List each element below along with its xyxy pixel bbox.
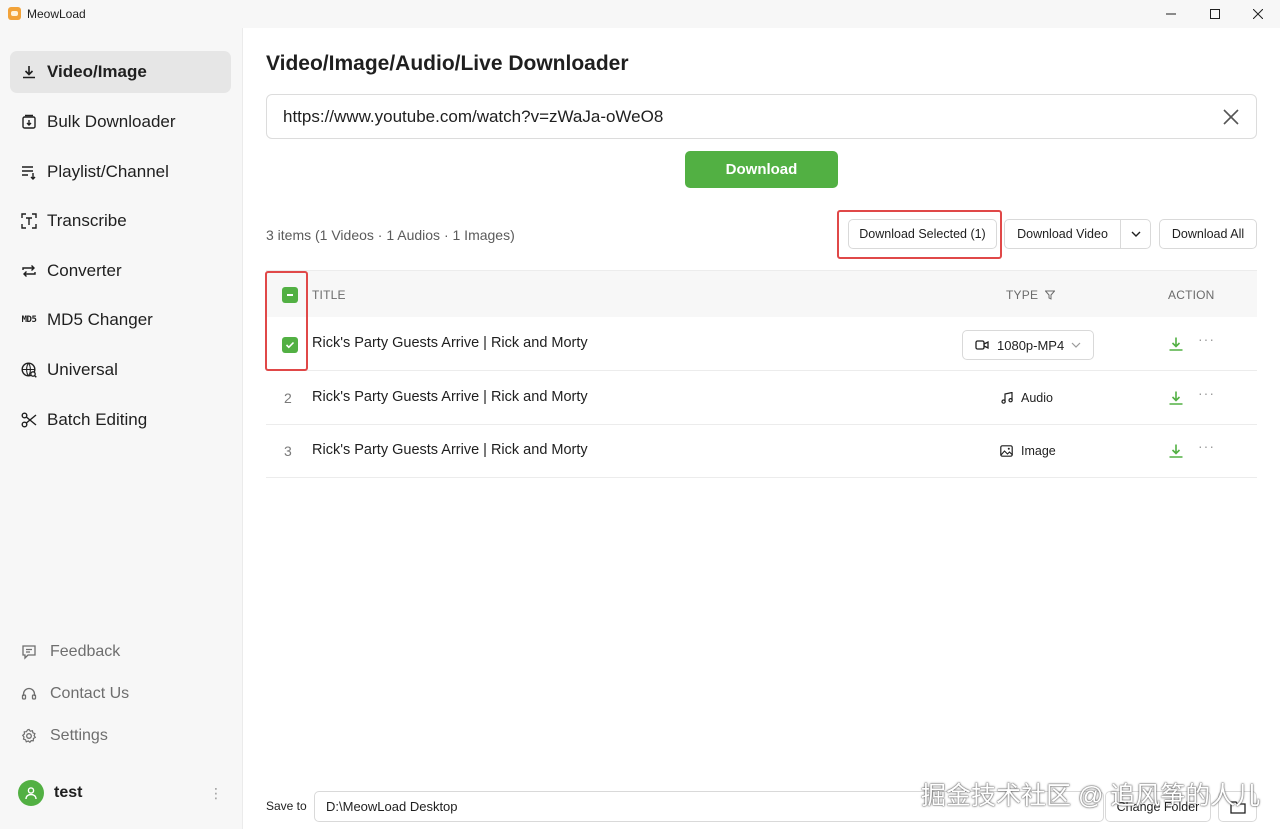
feedback-label: Feedback [50, 643, 121, 660]
user-profile[interactable]: test ⋮ [18, 780, 223, 806]
row-type: Image [1000, 444, 1056, 458]
app-title: MeowLoad [27, 7, 86, 21]
row-download-icon[interactable] [1168, 390, 1184, 406]
video-camera-icon [975, 340, 989, 350]
row-number: 3 [284, 443, 292, 459]
row-download-icon[interactable] [1168, 443, 1184, 459]
feedback-icon [20, 643, 38, 661]
page-title: Video/Image/Audio/Live Downloader [266, 52, 629, 75]
column-action: ACTION [1168, 288, 1215, 302]
sidebar-item-md5-changer[interactable]: MD5 MD5 Changer [10, 299, 231, 341]
url-field[interactable] [266, 94, 1257, 139]
column-title: TITLE [312, 288, 346, 302]
row-type-label: Image [1021, 444, 1056, 458]
avatar [18, 780, 44, 806]
sidebar-item-label: Transcribe [47, 211, 127, 230]
contact-us-label: Contact Us [50, 685, 130, 702]
sidebar-item-label: Batch Editing [47, 410, 148, 429]
row-more-icon[interactable]: ··· [1198, 385, 1215, 401]
minimize-button[interactable] [1148, 0, 1194, 28]
watermark: 掘金技术社区 @ 追风筝的人儿 [921, 782, 1261, 810]
chevron-down-icon [1071, 342, 1081, 348]
save-to-label: Save to [266, 799, 307, 813]
sidebar-item-label: MD5 Changer [47, 310, 153, 329]
download-video-split-button: Download Video [1004, 219, 1151, 249]
sidebar-settings[interactable]: Settings [20, 724, 108, 748]
row-type: Audio [1001, 391, 1053, 405]
table-row[interactable]: 2 Rick's Party Guests Arrive | Rick and … [266, 372, 1257, 425]
sidebar-item-playlist-channel[interactable]: Playlist/Channel [10, 151, 231, 193]
convert-icon [20, 262, 38, 280]
scissors-icon [20, 411, 38, 429]
user-icon [25, 787, 37, 800]
row-type-label: Audio [1021, 391, 1053, 405]
sidebar-item-converter[interactable]: Converter [10, 250, 231, 292]
gear-icon [20, 727, 38, 745]
transcribe-icon [20, 212, 38, 230]
headset-icon [20, 685, 38, 703]
bulk-download-icon [20, 113, 38, 131]
user-name: test [54, 784, 83, 801]
highlight-checkboxes [265, 271, 308, 371]
row-title: Rick's Party Guests Arrive | Rick and Mo… [312, 335, 588, 351]
globe-icon [20, 361, 38, 379]
column-type-label: TYPE [1006, 288, 1039, 302]
sidebar-item-batch-editing[interactable]: Batch Editing [10, 399, 231, 441]
image-icon [1000, 445, 1013, 457]
md5-icon: MD5 [21, 315, 37, 325]
download-all-button[interactable]: Download All [1159, 219, 1257, 249]
sidebar-item-universal[interactable]: Universal [10, 349, 231, 391]
sidebar-item-label: Bulk Downloader [47, 112, 176, 131]
table-row[interactable]: 3 Rick's Party Guests Arrive | Rick and … [266, 425, 1257, 478]
settings-label: Settings [50, 727, 108, 744]
sidebar-item-label: Playlist/Channel [47, 162, 169, 181]
app-logo-icon [8, 7, 21, 20]
close-window-button[interactable] [1235, 0, 1280, 28]
sidebar: Video/Image Bulk Downloader Playlist/Cha… [0, 28, 243, 829]
sidebar-item-label: Video/Image [47, 62, 147, 81]
sidebar-item-label: Converter [47, 261, 122, 280]
format-select[interactable]: 1080p-MP4 [962, 330, 1094, 360]
download-selected-button[interactable]: Download Selected (1) [848, 219, 997, 249]
row-more-icon[interactable]: ··· [1198, 438, 1215, 454]
row-title: Rick's Party Guests Arrive | Rick and Mo… [312, 389, 588, 405]
playlist-icon [20, 163, 38, 181]
column-type[interactable]: TYPE [1006, 288, 1056, 302]
sidebar-feedback[interactable]: Feedback [20, 640, 120, 664]
minimize-icon [1166, 13, 1176, 15]
music-note-icon [1001, 392, 1013, 404]
table-header: TITLE TYPE ACTION [266, 270, 1257, 317]
chevron-down-icon [1131, 231, 1140, 237]
format-select-value: 1080p-MP4 [997, 337, 1065, 353]
row-title: Rick's Party Guests Arrive | Rick and Mo… [312, 442, 588, 458]
row-number: 2 [284, 390, 292, 406]
title-bar: MeowLoad [0, 0, 1280, 28]
filter-icon[interactable] [1044, 290, 1056, 300]
row-download-icon[interactable] [1168, 336, 1184, 352]
clear-icon[interactable] [1222, 108, 1240, 126]
row-more-icon[interactable]: ··· [1198, 331, 1215, 347]
sidebar-item-label: Universal [47, 360, 118, 379]
download-video-button[interactable]: Download Video [1005, 220, 1121, 248]
url-input[interactable] [283, 106, 1183, 128]
sidebar-item-bulk-downloader[interactable]: Bulk Downloader [10, 101, 231, 143]
download-button[interactable]: Download [685, 151, 838, 188]
close-icon [1253, 9, 1263, 19]
download-video-dropdown[interactable] [1121, 220, 1150, 248]
items-summary: 3 items (1 Videos · 1 Audios · 1 Images) [266, 227, 515, 243]
user-menu-icon[interactable]: ⋮ [209, 786, 223, 800]
sidebar-item-transcribe[interactable]: Transcribe [10, 200, 231, 242]
maximize-icon [1210, 9, 1220, 19]
sidebar-item-video-image[interactable]: Video/Image [10, 51, 231, 93]
download-icon [20, 63, 38, 81]
table-row[interactable]: Rick's Party Guests Arrive | Rick and Mo… [266, 318, 1257, 371]
sidebar-contact-us[interactable]: Contact Us [20, 682, 129, 706]
maximize-button[interactable] [1192, 0, 1238, 28]
